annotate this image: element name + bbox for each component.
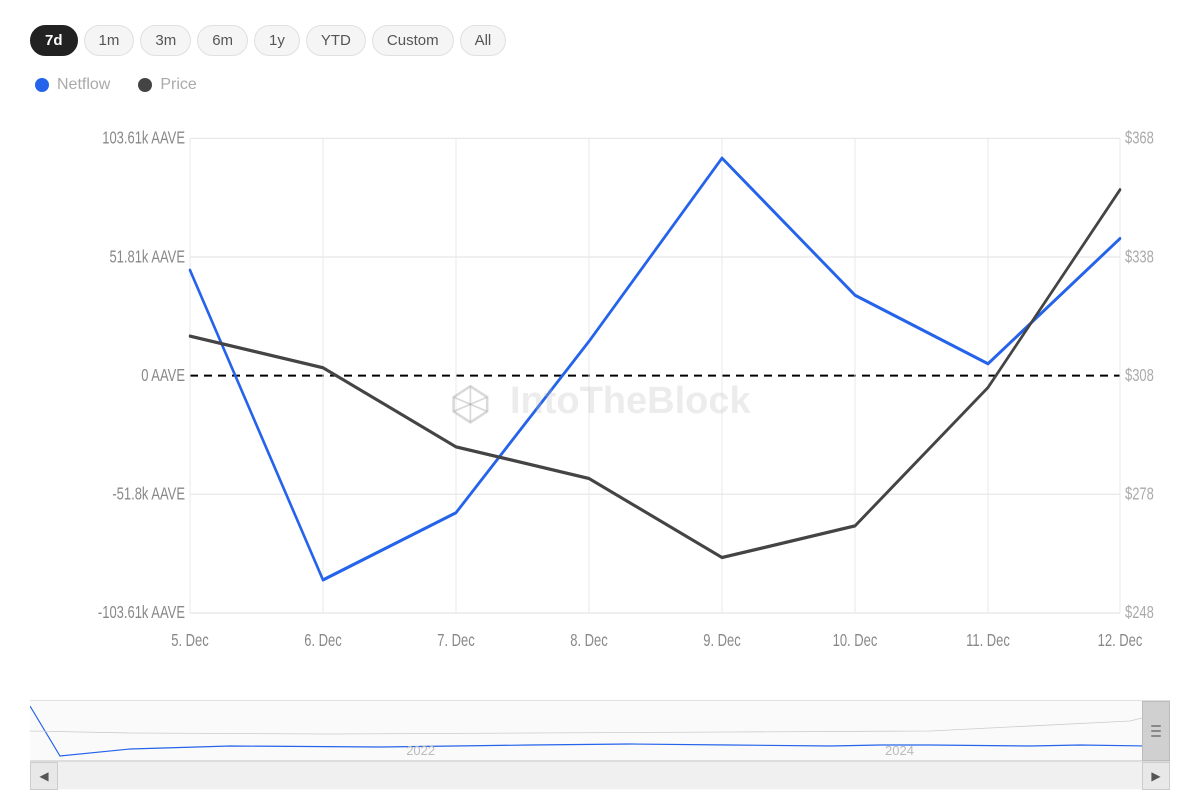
mini-nav-bar: ◀ ▶: [30, 761, 1170, 789]
svg-text:12. Dec: 12. Dec: [1098, 631, 1143, 650]
mini-nav-right[interactable]: ▶: [1142, 762, 1170, 790]
mini-chart-container: 2022 2024 ◀: [30, 700, 1170, 790]
time-btn-all[interactable]: All: [460, 25, 507, 56]
mini-year-2022: 2022: [406, 743, 435, 758]
main-chart: IntoTheBlock: [30, 112, 1170, 692]
svg-text:-51.8k AAVE: -51.8k AAVE: [112, 485, 185, 504]
legend-dot-netflow: [35, 78, 49, 92]
time-btn-custom[interactable]: Custom: [372, 25, 454, 56]
legend-label-price: Price: [160, 76, 196, 94]
svg-text:11. Dec: 11. Dec: [966, 631, 1010, 650]
svg-text:$308: $308: [1125, 366, 1154, 385]
mini-slider[interactable]: [58, 762, 1142, 789]
chart-svg: 103.61k AAVE 51.81k AAVE 0 AAVE -51.8k A…: [30, 112, 1170, 692]
time-btn-1m[interactable]: 1m: [84, 25, 135, 56]
svg-text:-103.61k AAVE: -103.61k AAVE: [98, 604, 185, 623]
mini-nav-left[interactable]: ◀: [30, 762, 58, 790]
svg-text:$368: $368: [1125, 129, 1154, 148]
time-btn-7d[interactable]: 7d: [30, 25, 78, 56]
svg-text:$278: $278: [1125, 485, 1154, 504]
svg-text:51.81k AAVE: 51.81k AAVE: [109, 248, 185, 267]
svg-text:0 AAVE: 0 AAVE: [141, 366, 185, 385]
svg-text:$248: $248: [1125, 604, 1154, 623]
svg-text:6. Dec: 6. Dec: [304, 631, 342, 650]
page-container: 7d1m3m6m1yYTDCustomAll Netflow Price Into…: [0, 0, 1200, 800]
legend-label-netflow: Netflow: [57, 76, 110, 94]
chart-wrapper: IntoTheBlock: [30, 112, 1170, 790]
legend-item-netflow: Netflow: [35, 76, 110, 94]
svg-text:10. Dec: 10. Dec: [833, 631, 878, 650]
time-range-bar: 7d1m3m6m1yYTDCustomAll: [30, 25, 1170, 56]
mini-year-2024: 2024: [885, 743, 914, 758]
legend-dot-price: [138, 78, 152, 92]
chart-legend: Netflow Price: [30, 76, 1170, 94]
svg-text:8. Dec: 8. Dec: [570, 631, 608, 650]
mini-chart-slider-handle[interactable]: [1142, 701, 1170, 761]
time-btn-1y[interactable]: 1y: [254, 25, 300, 56]
mini-chart-svg: [30, 701, 1170, 761]
svg-text:9. Dec: 9. Dec: [703, 631, 741, 650]
svg-text:103.61k AAVE: 103.61k AAVE: [102, 129, 185, 148]
legend-item-price: Price: [138, 76, 196, 94]
time-btn-6m[interactable]: 6m: [197, 25, 248, 56]
svg-text:7. Dec: 7. Dec: [437, 631, 475, 650]
svg-text:5. Dec: 5. Dec: [171, 631, 209, 650]
time-btn-ytd[interactable]: YTD: [306, 25, 366, 56]
time-btn-3m[interactable]: 3m: [140, 25, 191, 56]
svg-text:$338: $338: [1125, 248, 1154, 267]
